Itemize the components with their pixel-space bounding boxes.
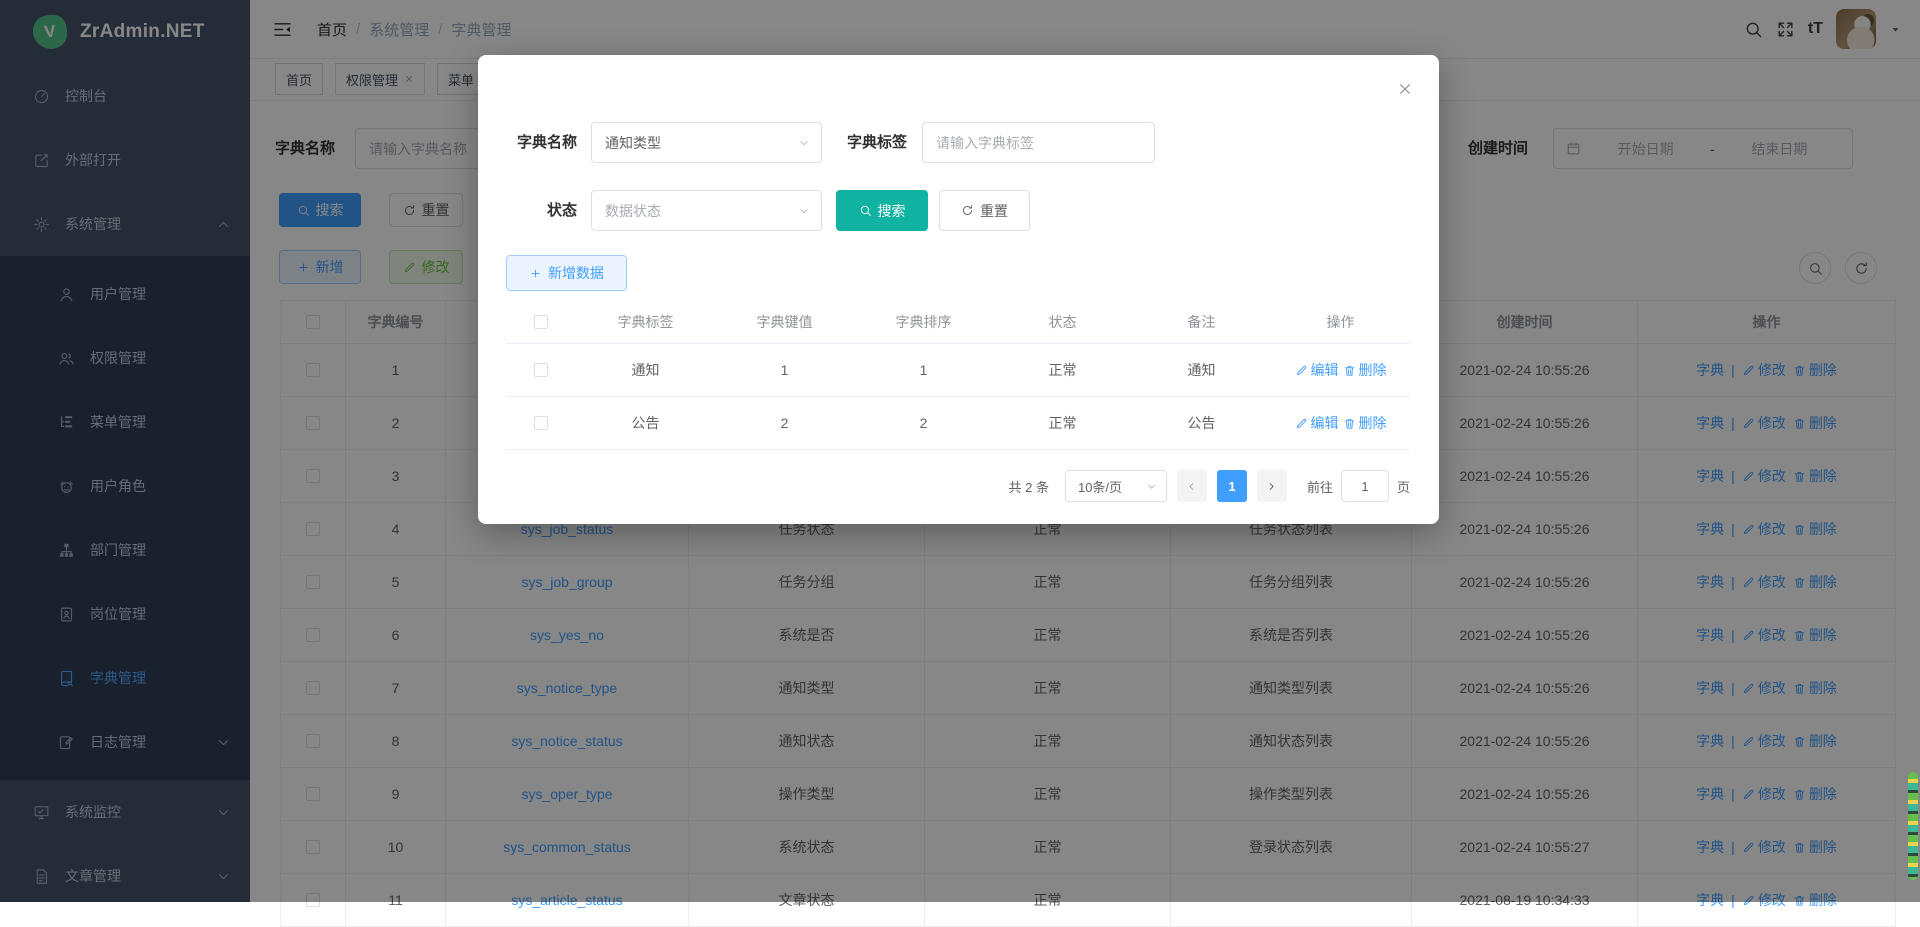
dialog-status-label: 状态 — [505, 190, 577, 231]
pencil-icon — [1295, 364, 1308, 377]
chevron-down-icon — [797, 136, 811, 150]
dialog-table-header: 字典标签字典键值字典排序状态备注操作 — [506, 300, 1410, 344]
next-page-button[interactable] — [1257, 470, 1287, 502]
page-size-value: 10条/页 — [1078, 477, 1122, 496]
goto-page-input[interactable] — [1341, 470, 1389, 502]
trash-icon — [1343, 364, 1356, 377]
dialog-close-icon[interactable] — [1397, 81, 1413, 97]
dialog-table-header-cell: 字典排序 — [854, 300, 993, 344]
dict-name-select-value: 通知类型 — [605, 133, 661, 153]
dialog-select-all-checkbox[interactable] — [534, 315, 548, 329]
trash-icon — [1343, 417, 1356, 430]
dict-label-cell: 通知 — [576, 344, 715, 397]
add-data-label: 新增数据 — [548, 263, 604, 283]
dialog-edit-label: 编辑 — [1311, 413, 1339, 433]
dialog-table-row: 通知11正常通知编辑删除 — [506, 344, 1410, 397]
dialog-table-header-cell: 字典键值 — [715, 300, 854, 344]
dict-data-dialog: 字典名称 通知类型 字典标签 状态 数据状态 搜索 重置 新增数据 字典标签字典… — [478, 55, 1439, 524]
dict-key-cell: 1 — [715, 344, 854, 397]
search-icon — [859, 204, 872, 217]
dialog-dict-name-label: 字典名称 — [505, 122, 577, 163]
chevron-down-icon — [797, 204, 811, 218]
dialog-table-header-cell: 备注 — [1132, 300, 1271, 344]
dialog-dict-label-input[interactable] — [922, 122, 1155, 163]
status-select-placeholder: 数据状态 — [605, 201, 661, 221]
refresh-icon — [961, 204, 974, 217]
dict-label-cell: 公告 — [576, 397, 715, 450]
dialog-table-header-cell: 字典标签 — [576, 300, 715, 344]
dialog-add-data-button[interactable]: 新增数据 — [506, 255, 627, 291]
chevron-right-icon — [1265, 480, 1278, 493]
current-page-button[interactable]: 1 — [1217, 470, 1247, 502]
dialog-row-actions: 编辑删除 — [1271, 344, 1410, 397]
dialog-edit-link[interactable]: 编辑 — [1295, 360, 1339, 380]
dialog-status-select[interactable]: 数据状态 — [591, 190, 822, 231]
dialog-row-actions: 编辑删除 — [1271, 397, 1410, 450]
dialog-reset-label: 重置 — [980, 201, 1008, 221]
remark-cell: 公告 — [1132, 397, 1271, 450]
goto-unit-label: 页 — [1397, 477, 1410, 496]
chevron-down-icon — [1145, 480, 1158, 493]
dialog-row-checkbox-cell — [506, 397, 576, 450]
remark-cell: 通知 — [1132, 344, 1271, 397]
page-size-select[interactable]: 10条/页 — [1065, 470, 1167, 502]
dialog-delete-label: 删除 — [1359, 360, 1387, 380]
dialog-delete-link[interactable]: 删除 — [1343, 413, 1387, 433]
pagination: 共 2 条 10条/页 1 前往 页 — [506, 470, 1410, 502]
dialog-dict-name-select[interactable]: 通知类型 — [591, 122, 822, 163]
dialog-table-body: 通知11正常通知编辑删除公告22正常公告编辑删除 — [506, 344, 1410, 450]
pencil-icon — [1295, 417, 1308, 430]
dialog-edit-label: 编辑 — [1311, 360, 1339, 380]
dialog-row-checkbox[interactable] — [534, 416, 548, 430]
dialog-header-checkbox-cell — [506, 300, 576, 344]
dialog-table-header-cell: 操作 — [1271, 300, 1410, 344]
dialog-row-checkbox-cell — [506, 344, 576, 397]
plus-icon — [529, 267, 542, 280]
pagination-goto: 前往 页 — [1307, 470, 1410, 502]
dialog-row-checkbox[interactable] — [534, 363, 548, 377]
dialog-delete-label: 删除 — [1359, 413, 1387, 433]
dialog-search-button[interactable]: 搜索 — [836, 190, 928, 231]
goto-label: 前往 — [1307, 477, 1333, 496]
status-cell: 正常 — [993, 397, 1132, 450]
dialog-dict-label-label: 字典标签 — [836, 122, 907, 163]
prev-page-button[interactable] — [1177, 470, 1207, 502]
dict-key-cell: 2 — [715, 397, 854, 450]
dialog-dict-data-table: 字典标签字典键值字典排序状态备注操作 通知11正常通知编辑删除公告22正常公告编… — [506, 300, 1410, 450]
dialog-table-row: 公告22正常公告编辑删除 — [506, 397, 1410, 450]
dialog-delete-link[interactable]: 删除 — [1343, 360, 1387, 380]
dict-sort-cell: 2 — [854, 397, 993, 450]
dialog-edit-link[interactable]: 编辑 — [1295, 413, 1339, 433]
pagination-total: 共 2 条 — [1009, 477, 1049, 496]
dialog-table-header-cell: 状态 — [993, 300, 1132, 344]
dialog-search-label: 搜索 — [878, 201, 906, 221]
status-cell: 正常 — [993, 344, 1132, 397]
scrollbar-thumb[interactable] — [1908, 772, 1918, 880]
dialog-reset-button[interactable]: 重置 — [939, 190, 1030, 231]
dict-sort-cell: 1 — [854, 344, 993, 397]
chevron-left-icon — [1185, 480, 1198, 493]
